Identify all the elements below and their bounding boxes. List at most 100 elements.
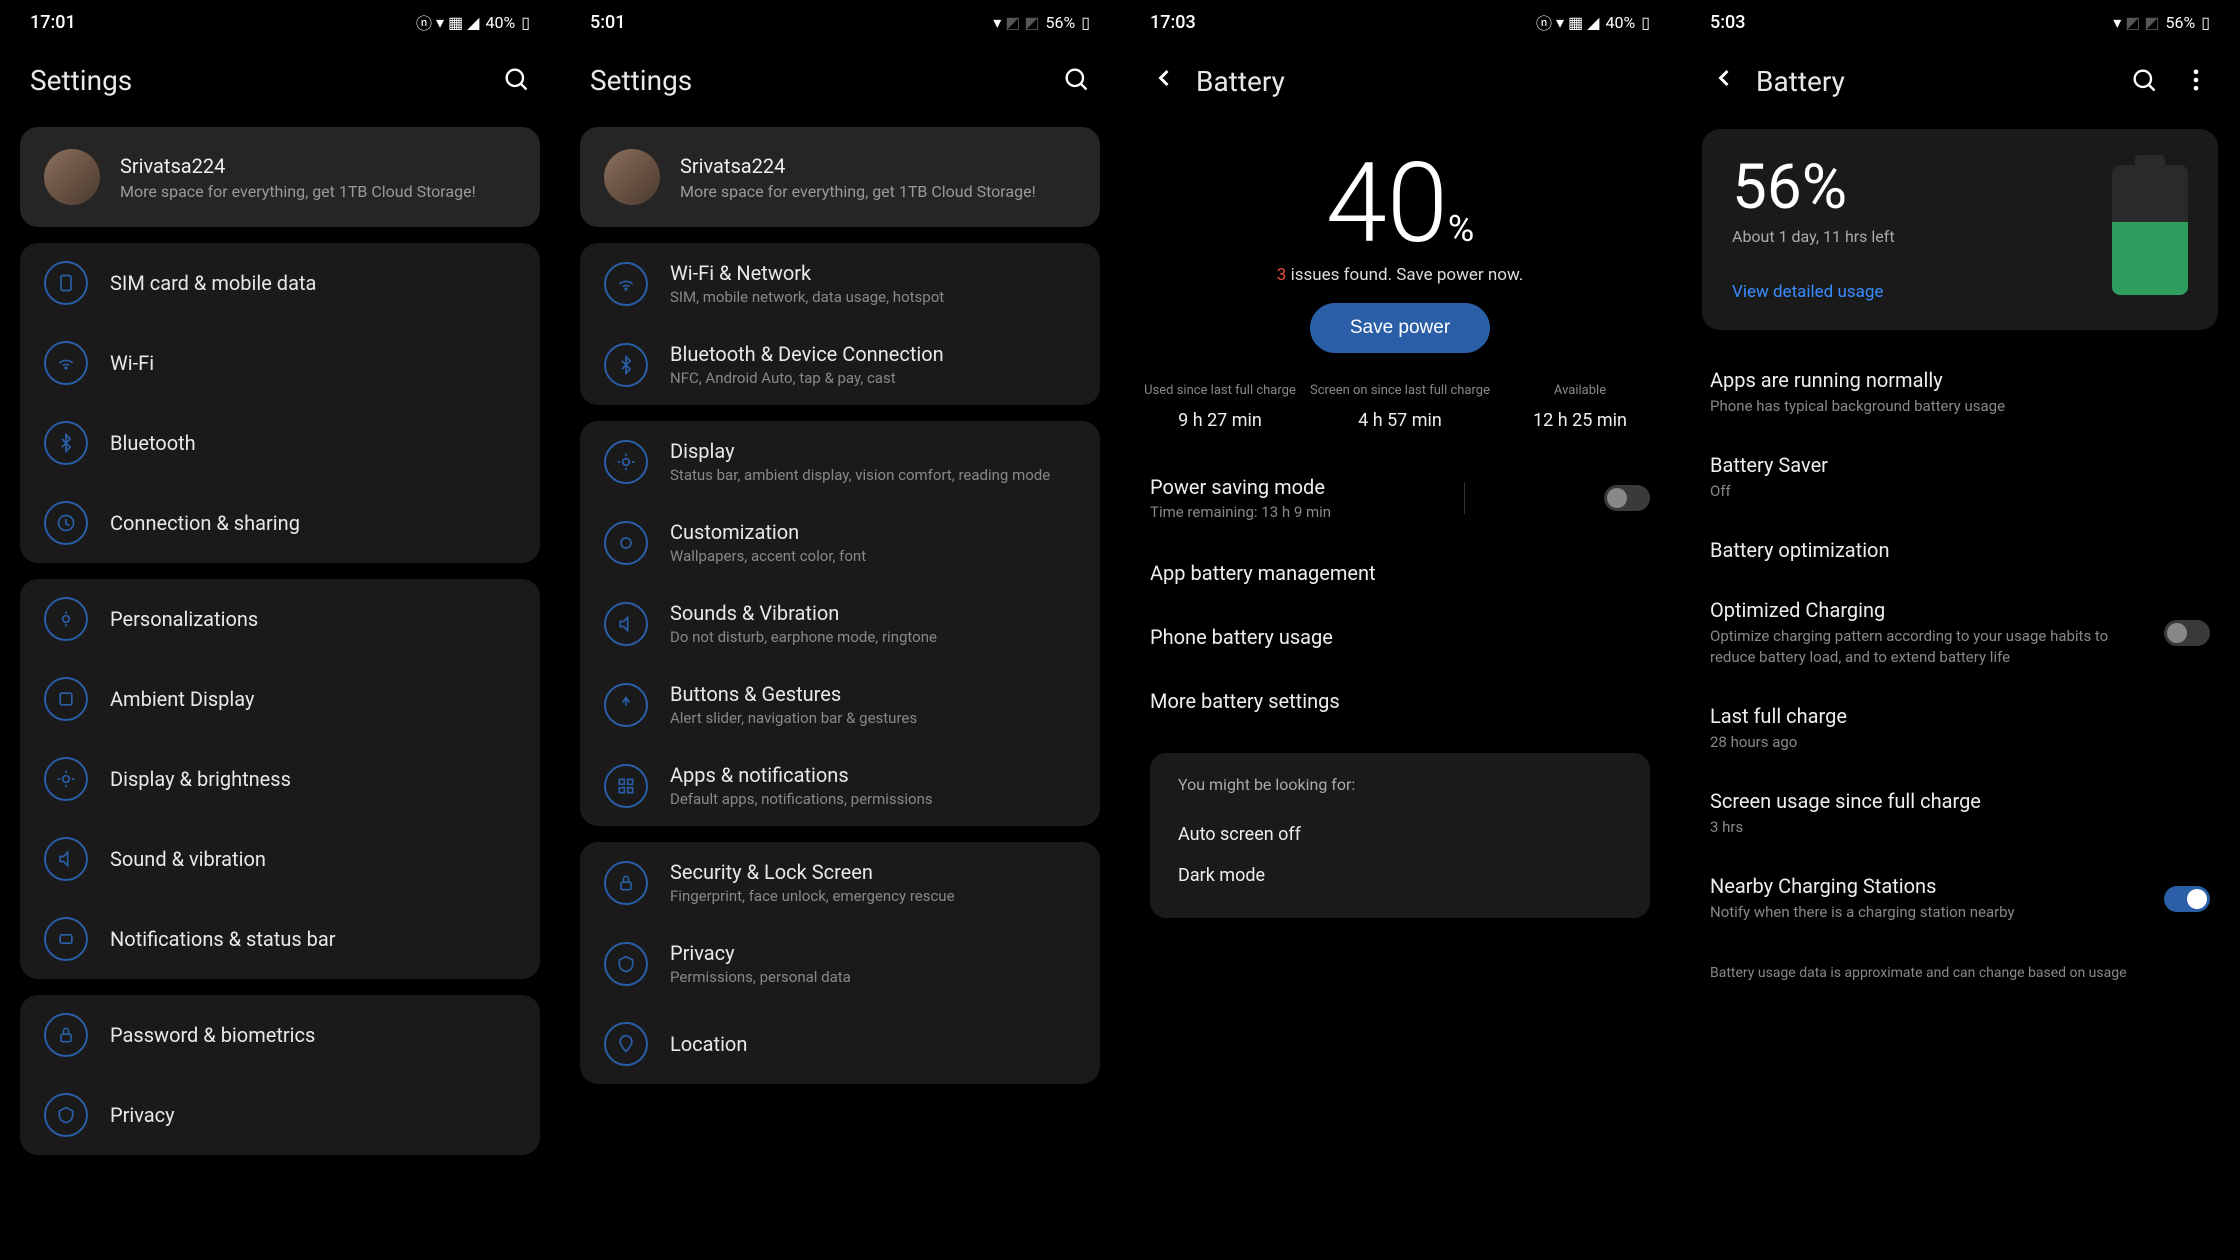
item-ambient[interactable]: Ambient Display [20, 659, 540, 739]
avatar [604, 149, 660, 205]
item-sound-vibration[interactable]: Sound & vibration [20, 819, 540, 899]
battery-summary-card: 56% About 1 day, 11 hrs left View detail… [1702, 129, 2218, 330]
settings-group-network: Wi-Fi & NetworkSIM, mobile network, data… [580, 243, 1100, 405]
screen-header: Battery [1120, 44, 1680, 129]
wifi-icon [604, 262, 648, 306]
search-icon[interactable] [502, 65, 530, 97]
item-sim[interactable]: SIM card & mobile data [20, 243, 540, 323]
item-power-saving-mode[interactable]: Power saving mode Time remaining: 13 h 9… [1120, 455, 1680, 541]
battery-icon: ▯ [1081, 13, 1090, 32]
item-wifi[interactable]: Wi-Fi [20, 323, 540, 403]
status-right: ▾ ◩ ◩ 56% ▯ [993, 13, 1090, 32]
hint-dark-mode[interactable]: Dark mode [1178, 855, 1622, 896]
page-title: Battery [1756, 65, 1845, 98]
signal-icon: ◢ [1587, 13, 1599, 32]
item-nearby-charging[interactable]: Nearby Charging Stations Notify when the… [1680, 856, 2240, 941]
status-right: ⓝ ▾ ▦ ◢ 40% ▯ [416, 10, 530, 34]
item-security[interactable]: Security & Lock ScreenFingerprint, face … [580, 842, 1100, 923]
item-connection-sharing[interactable]: Connection & sharing [20, 483, 540, 563]
user-sub: More space for everything, get 1TB Cloud… [120, 182, 516, 201]
item-more-battery-settings[interactable]: More battery settings [1120, 669, 1680, 733]
status-battery-text: 56% [2165, 13, 2195, 32]
status-battery-text: 40% [1605, 13, 1635, 32]
item-privacy[interactable]: PrivacyPermissions, personal data [580, 923, 1100, 1004]
status-bar: 17:01 ⓝ ▾ ▦ ◢ 40% ▯ [0, 0, 560, 44]
stat-label-screen: Screen on since last full charge [1310, 383, 1490, 400]
lock-icon [604, 861, 648, 905]
volte-icon: ▦ [1568, 13, 1583, 32]
battery-level-icon [2112, 165, 2188, 295]
item-phone-battery-usage[interactable]: Phone battery usage [1120, 605, 1680, 669]
page-title: Settings [590, 64, 692, 97]
sim-icon [44, 261, 88, 305]
item-apps[interactable]: Apps & notificationsDefault apps, notifi… [580, 745, 1100, 826]
item-bluetooth-device[interactable]: Bluetooth & Device ConnectionNFC, Androi… [580, 324, 1100, 405]
item-screen-usage: Screen usage since full charge 3 hrs [1680, 771, 2240, 856]
gesture-icon [604, 683, 648, 727]
item-apps-running[interactable]: Apps are running normally Phone has typi… [1680, 350, 2240, 435]
stat-value-used: 9 h 27 min [1130, 410, 1310, 431]
item-password[interactable]: Password & biometrics [20, 995, 540, 1075]
item-app-battery-mgmt[interactable]: App battery management [1120, 541, 1680, 605]
stat-label-used: Used since last full charge [1130, 383, 1310, 400]
apps-icon [604, 764, 648, 808]
item-customization[interactable]: CustomizationWallpapers, accent color, f… [580, 502, 1100, 583]
back-button[interactable] [1150, 64, 1178, 99]
user-card[interactable]: Srivatsa224 More space for everything, g… [20, 127, 540, 227]
back-button[interactable] [1710, 64, 1738, 99]
sound-icon [604, 602, 648, 646]
item-wifi-network[interactable]: Wi-Fi & NetworkSIM, mobile network, data… [580, 243, 1100, 324]
battery-stats: Used since last full charge 9 h 27 min S… [1120, 383, 1680, 455]
more-icon[interactable] [2182, 66, 2210, 98]
hint-auto-screen-off[interactable]: Auto screen off [1178, 814, 1622, 855]
hint-header: You might be looking for: [1178, 775, 1622, 794]
screen-header: Settings [560, 44, 1120, 127]
search-icon[interactable] [1062, 65, 1090, 97]
battery-issues: 3 issues found. Save power now. [1120, 265, 1680, 285]
avatar [44, 149, 100, 205]
item-battery-optimization[interactable]: Battery optimization [1680, 520, 2240, 580]
item-notifications[interactable]: Notifications & status bar [20, 899, 540, 979]
status-time: 5:01 [590, 12, 625, 33]
wifi-icon: ▾ [1556, 13, 1564, 32]
user-card[interactable]: Srivatsa224 More space for everything, g… [580, 127, 1100, 227]
battery-footer-note: Battery usage data is approximate and ca… [1680, 941, 2240, 1005]
item-buttons[interactable]: Buttons & GesturesAlert slider, navigati… [580, 664, 1100, 745]
item-privacy[interactable]: Privacy [20, 1075, 540, 1155]
save-power-button[interactable]: Save power [1310, 303, 1490, 353]
settings-group-personalize: DisplayStatus bar, ambient display, visi… [580, 421, 1100, 826]
status-battery-text: 56% [1045, 13, 1075, 32]
settings-group-display: Personalizations Ambient Display Display… [20, 579, 540, 979]
status-right: ▾ ◩ ◩ 56% ▯ [2113, 13, 2210, 32]
nfc-icon: ⓝ [1536, 10, 1552, 34]
item-display[interactable]: DisplayStatus bar, ambient display, visi… [580, 421, 1100, 502]
item-sounds[interactable]: Sounds & VibrationDo not disturb, earpho… [580, 583, 1100, 664]
wifi-icon: ▾ [436, 13, 444, 32]
search-icon[interactable] [2130, 66, 2158, 98]
item-optimized-charging[interactable]: Optimized Charging Optimize charging pat… [1680, 580, 2240, 686]
power-saving-toggle[interactable] [1604, 485, 1650, 511]
nearby-charging-toggle[interactable] [2164, 886, 2210, 912]
wifi-icon: ▾ [2113, 13, 2121, 32]
customization-icon [604, 521, 648, 565]
view-detailed-usage-link[interactable]: View detailed usage [1732, 282, 2092, 302]
user-name: Srivatsa224 [120, 154, 516, 178]
brightness-icon [44, 757, 88, 801]
item-display-brightness[interactable]: Display & brightness [20, 739, 540, 819]
share-icon [44, 501, 88, 545]
status-time: 5:03 [1710, 12, 1745, 33]
item-personalizations[interactable]: Personalizations [20, 579, 540, 659]
hint-card: You might be looking for: Auto screen of… [1150, 753, 1650, 918]
optimized-charging-toggle[interactable] [2164, 620, 2210, 646]
nfc-icon: ⓝ [416, 10, 432, 34]
user-sub: More space for everything, get 1TB Cloud… [680, 182, 1076, 201]
item-bluetooth[interactable]: Bluetooth [20, 403, 540, 483]
screen-header: Battery [1680, 44, 2240, 129]
sim-off-icon: ◩ [2125, 13, 2140, 32]
stat-value-screen: 4 h 57 min [1310, 410, 1490, 431]
sound-icon [44, 837, 88, 881]
battery-icon: ▯ [1641, 13, 1650, 32]
item-battery-saver[interactable]: Battery Saver Off [1680, 435, 2240, 520]
item-location[interactable]: Location [580, 1004, 1100, 1084]
battery-percentage: 40% [1120, 129, 1680, 265]
